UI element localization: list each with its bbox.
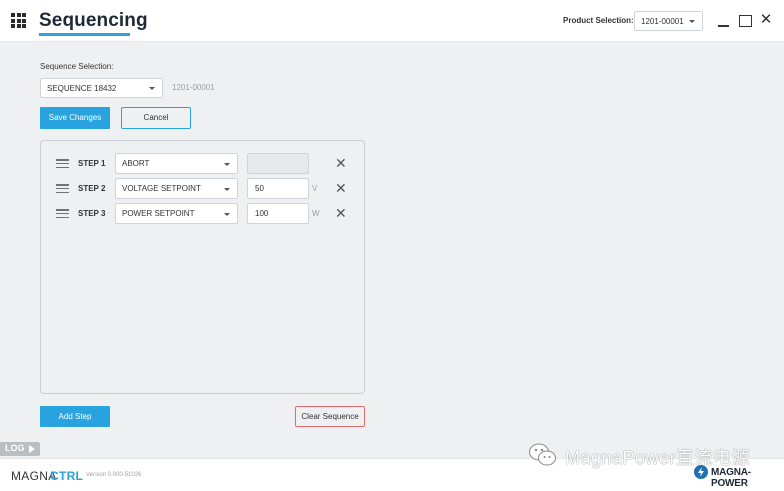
cancel-button[interactable]: Cancel	[121, 107, 191, 129]
step-command-value: ABORT	[122, 159, 150, 168]
close-icon[interactable]: ✕	[335, 180, 347, 196]
close-window-icon[interactable]: ✕	[758, 12, 774, 28]
product-selection-label: Product Selection:	[563, 16, 634, 25]
sequence-selection-value: SEQUENCE 18432	[47, 84, 117, 93]
play-icon	[29, 445, 35, 453]
wechat-icon	[529, 443, 556, 466]
clear-sequence-button[interactable]: Clear Sequence	[295, 406, 365, 427]
chevron-down-icon	[689, 20, 695, 23]
step-value-input[interactable]: 50	[247, 178, 309, 199]
step-label: STEP 1	[78, 159, 106, 168]
step-command-dropdown[interactable]: POWER SETPOINT	[115, 203, 238, 224]
close-icon[interactable]: ✕	[335, 205, 347, 221]
steps-panel: STEP 1 ABORT ✕ STEP 2 VOLTAGE SETPOINT 5…	[40, 140, 365, 394]
step-value-input[interactable]: 100	[247, 203, 309, 224]
step-label: STEP 2	[78, 184, 106, 193]
drag-handle-icon[interactable]	[56, 159, 69, 168]
drag-handle-icon[interactable]	[56, 209, 69, 218]
chevron-down-icon	[224, 213, 230, 216]
product-selection-dropdown[interactable]: 1201-00001	[634, 11, 703, 31]
step-row: STEP 2 VOLTAGE SETPOINT 50 V ✕	[41, 178, 366, 200]
step-row: STEP 3 POWER SETPOINT 100 W ✕	[41, 203, 366, 225]
brand-name-part2: CTRL	[50, 469, 84, 483]
step-label: STEP 3	[78, 209, 106, 218]
minimize-icon[interactable]	[716, 12, 732, 28]
company-logo-text: MAGNA-POWER	[711, 467, 751, 489]
maximize-icon[interactable]	[738, 12, 754, 28]
sequence-selection-dropdown[interactable]: SEQUENCE 18432	[40, 78, 163, 98]
add-step-button[interactable]: Add Step	[40, 406, 110, 427]
log-tab[interactable]: LOG	[0, 442, 40, 456]
step-row: STEP 1 ABORT ✕	[41, 153, 366, 175]
step-command-value: POWER SETPOINT	[122, 209, 195, 218]
save-changes-button[interactable]: Save Changes	[40, 107, 110, 129]
sequence-selection-label: Sequence Selection:	[40, 62, 114, 71]
step-unit: V	[312, 184, 318, 193]
apps-grid-icon[interactable]	[11, 13, 26, 28]
title-bar: Sequencing Product Selection: 1201-00001…	[0, 0, 784, 42]
step-command-value: VOLTAGE SETPOINT	[122, 184, 201, 193]
version-text: Version 0.000-51026	[86, 472, 142, 478]
log-label: LOG	[5, 443, 25, 453]
product-selection-value: 1201-00001	[641, 17, 684, 26]
page-title: Sequencing	[39, 10, 148, 31]
chevron-down-icon	[224, 188, 230, 191]
chevron-down-icon	[224, 163, 230, 166]
step-command-dropdown[interactable]: ABORT	[115, 153, 238, 174]
step-command-dropdown[interactable]: VOLTAGE SETPOINT	[115, 178, 238, 199]
title-underline	[39, 33, 130, 36]
sequence-product-id: 1201-00001	[172, 83, 215, 92]
chevron-down-icon	[149, 87, 155, 90]
drag-handle-icon[interactable]	[56, 184, 69, 193]
step-unit: W	[312, 209, 320, 218]
magna-power-logo-icon	[694, 465, 708, 479]
step-value-input	[247, 153, 309, 174]
close-icon[interactable]: ✕	[335, 155, 347, 171]
